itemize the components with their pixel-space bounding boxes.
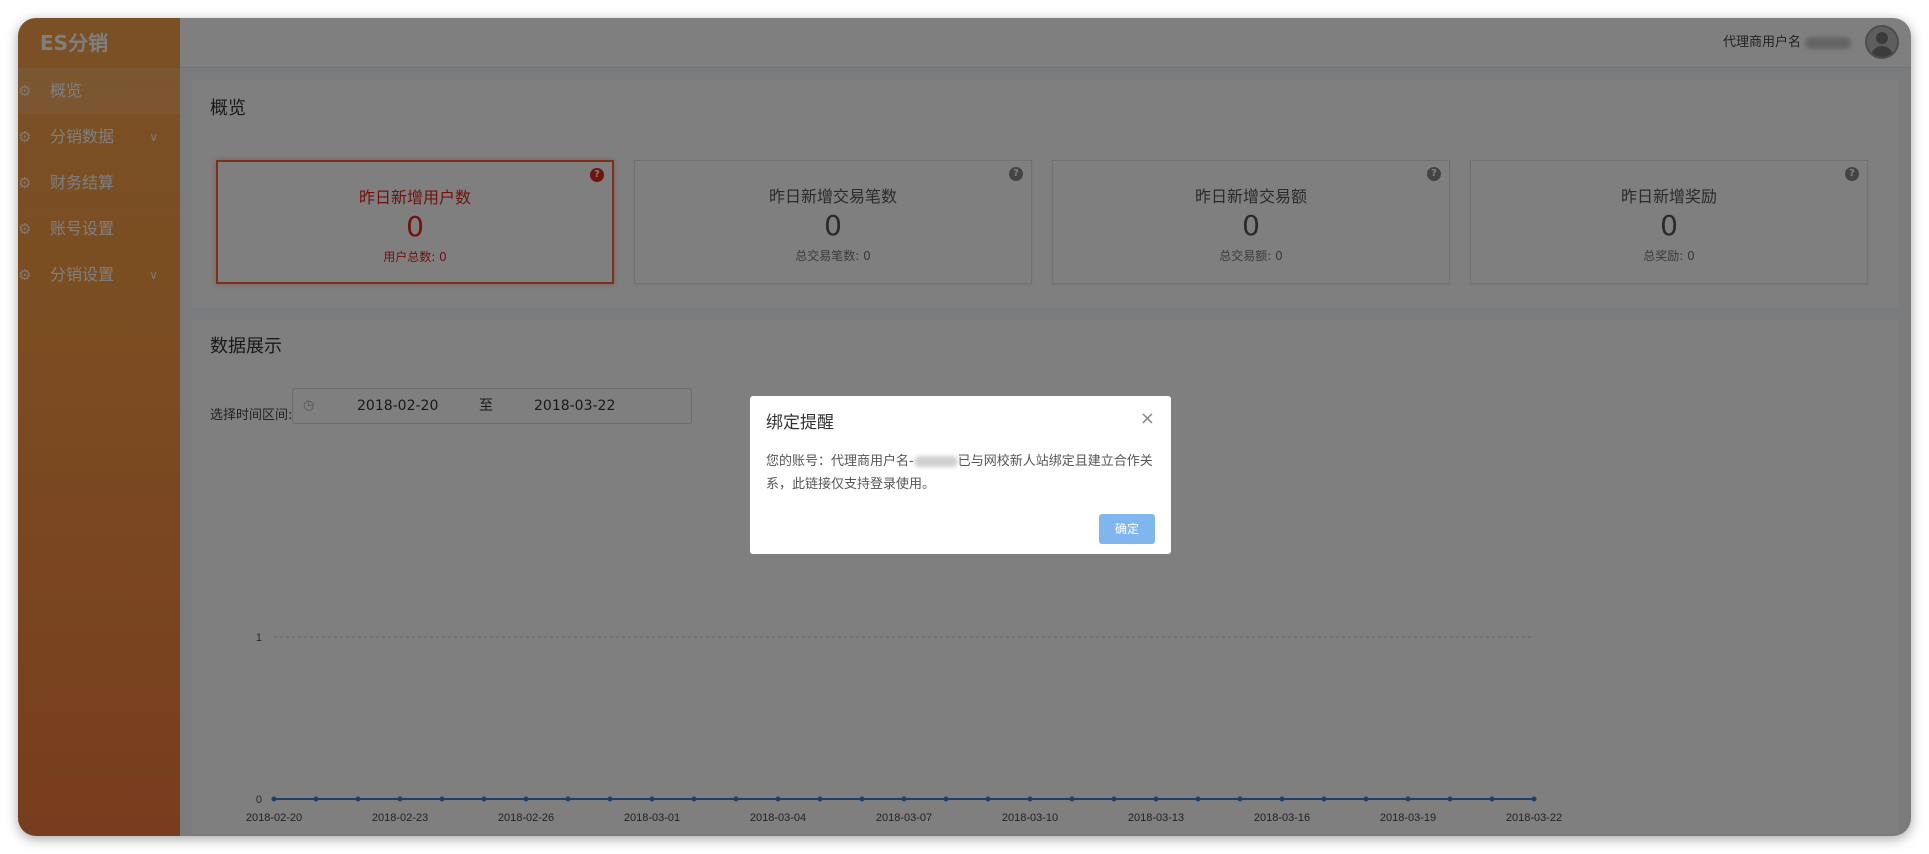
- confirm-button[interactable]: 确定: [1099, 514, 1155, 544]
- dialog-title: 绑定提醒: [766, 413, 834, 433]
- redacted-username: [913, 456, 958, 467]
- binding-reminder-dialog: 绑定提醒 × 您的账号：代理商用户名- 已与网校新人站绑定且建立合作关系，此链接仅…: [750, 396, 1171, 554]
- app-window: ES分销 ⚙ 概览 ⚙ 分销数据 ∨ ⚙ 财务结算 ⚙ 账号设置 ⚙ 分销设置: [18, 18, 1911, 836]
- close-icon[interactable]: ×: [1140, 408, 1155, 429]
- dialog-message-prefix: 您的账号：代理商用户名-: [766, 454, 914, 469]
- dialog-message: 您的账号：代理商用户名- 已与网校新人站绑定且建立合作关系，此链接仅支持登录使用。: [766, 450, 1162, 496]
